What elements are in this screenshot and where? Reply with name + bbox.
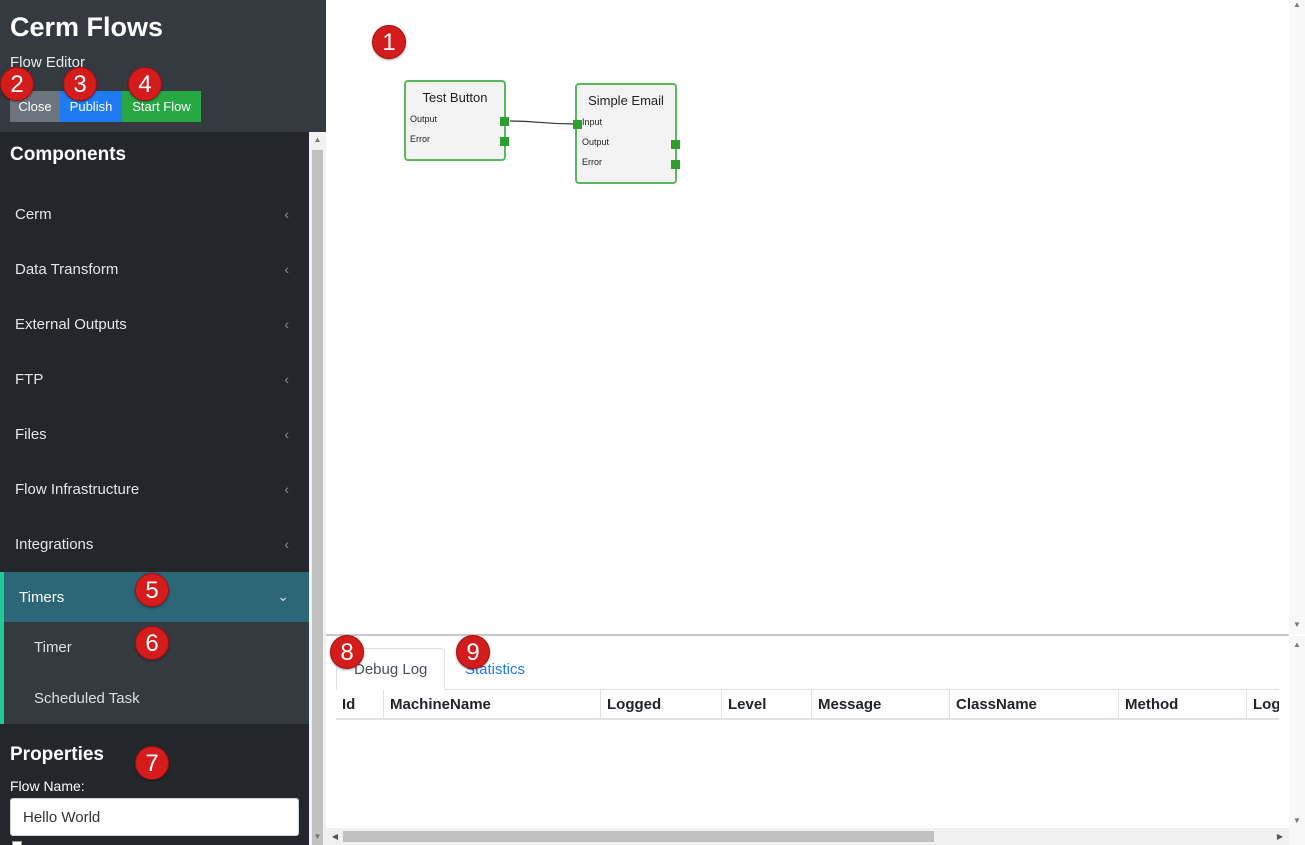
annotation-badge: 2 bbox=[0, 67, 34, 101]
scrollbar-thumb[interactable] bbox=[312, 150, 323, 845]
scroll-up-icon[interactable]: ▲ bbox=[309, 132, 326, 148]
node-title: Test Button bbox=[422, 90, 488, 105]
flow-name-input[interactable] bbox=[10, 798, 299, 836]
node-title: Simple Email bbox=[588, 93, 664, 108]
flow-name-label: Flow Name: bbox=[10, 778, 85, 794]
annotation-badge: 1 bbox=[372, 25, 406, 59]
scroll-down-icon[interactable]: ▼ bbox=[309, 829, 326, 845]
menu-item-external-outputs[interactable]: External Outputs ‹ bbox=[0, 297, 309, 352]
annotation-badge: 4 bbox=[128, 67, 162, 101]
scroll-up-icon[interactable]: ▲ bbox=[1289, 640, 1305, 649]
column-header[interactable]: Logged bbox=[601, 690, 722, 718]
menu-item-label: External Outputs bbox=[15, 316, 127, 333]
node-simple-email[interactable]: Simple Email Input Output Error bbox=[573, 83, 680, 184]
output-port[interactable] bbox=[671, 140, 680, 149]
output-port[interactable] bbox=[500, 117, 509, 126]
menu-item-label: Cerm bbox=[15, 206, 52, 223]
annotation-badge: 7 bbox=[135, 746, 169, 780]
chevron-left-icon: ‹ bbox=[284, 536, 289, 552]
sidebar-scrollbar[interactable]: ▲ ▼ bbox=[309, 132, 326, 845]
debug-log-table-header: Id MachineName Logged Level Message Clas… bbox=[336, 690, 1279, 720]
menu-item-label: Timers bbox=[19, 588, 65, 606]
bottom-panel-scrollbar[interactable]: ▲ ▼ bbox=[1289, 636, 1305, 845]
menu-item-ftp[interactable]: FTP ‹ bbox=[0, 352, 309, 407]
menu-item-label: Data Transform bbox=[15, 261, 119, 278]
annotation-badge: 5 bbox=[135, 573, 169, 607]
port-label: Output bbox=[410, 114, 438, 124]
scroll-down-icon[interactable]: ▼ bbox=[1289, 620, 1305, 634]
component-scheduled-task[interactable]: Scheduled Task bbox=[4, 673, 309, 724]
sidebar-header: Cerm Flows Flow Editor Close Publish Sta… bbox=[0, 0, 326, 132]
annotation-badge: 6 bbox=[135, 626, 169, 660]
node-test-button[interactable]: Test Button Output Error bbox=[404, 80, 509, 161]
components-title: Components bbox=[10, 144, 127, 165]
column-header[interactable]: Message bbox=[812, 690, 950, 718]
column-header[interactable]: Level bbox=[722, 690, 812, 718]
annotation-badge: 8 bbox=[330, 635, 364, 669]
annotation-badge: 9 bbox=[456, 635, 490, 669]
chevron-left-icon: ‹ bbox=[284, 371, 289, 387]
port-label: Input bbox=[582, 117, 603, 127]
chevron-left-icon: ‹ bbox=[284, 206, 289, 222]
scroll-down-icon[interactable]: ▼ bbox=[1289, 816, 1305, 825]
app-title: Cerm Flows bbox=[10, 12, 164, 42]
menu-item-files[interactable]: Files ‹ bbox=[0, 407, 309, 462]
input-port[interactable] bbox=[573, 120, 582, 129]
column-header[interactable]: Method bbox=[1119, 690, 1247, 718]
error-port[interactable] bbox=[500, 137, 509, 146]
menu-item-integrations[interactable]: Integrations ‹ bbox=[0, 517, 309, 572]
bottom-panel-hscrollbar[interactable]: ◀ ▶ bbox=[326, 828, 1289, 845]
chevron-left-icon: ‹ bbox=[284, 426, 289, 442]
menu-item-cerm[interactable]: Cerm ‹ bbox=[0, 187, 309, 242]
column-header[interactable]: MachineName bbox=[384, 690, 601, 718]
column-header[interactable]: LogT bbox=[1247, 690, 1279, 718]
properties-title: Properties bbox=[10, 744, 104, 765]
scroll-up-icon[interactable]: ▲ bbox=[1289, 0, 1305, 14]
menu-item-data-transform[interactable]: Data Transform ‹ bbox=[0, 242, 309, 297]
auto-start-checkbox[interactable] bbox=[12, 841, 22, 845]
error-port[interactable] bbox=[671, 160, 680, 169]
menu-item-label: Flow Infrastructure bbox=[15, 481, 140, 498]
menu-item-label: Integrations bbox=[15, 536, 94, 553]
menu-item-label: FTP bbox=[15, 371, 44, 388]
chevron-left-icon: ‹ bbox=[284, 316, 289, 332]
flow-canvas[interactable]: Test Button Output Error Simple Email In… bbox=[326, 0, 1289, 634]
canvas-scrollbar[interactable]: ▲ ▼ bbox=[1289, 0, 1305, 634]
menu-item-label: Files bbox=[15, 426, 47, 443]
connection-line[interactable] bbox=[509, 120, 576, 125]
scroll-right-icon[interactable]: ▶ bbox=[1273, 828, 1287, 845]
menu-item-flow-infrastructure[interactable]: Flow Infrastructure ‹ bbox=[0, 462, 309, 517]
port-label: Error bbox=[410, 134, 430, 144]
annotation-badge: 3 bbox=[63, 67, 97, 101]
chevron-left-icon: ‹ bbox=[284, 481, 289, 497]
scroll-left-icon[interactable]: ◀ bbox=[328, 828, 342, 845]
chevron-down-icon: ⌄ bbox=[277, 588, 289, 604]
port-label: Output bbox=[582, 137, 610, 147]
column-header[interactable]: ClassName bbox=[950, 690, 1119, 718]
column-header[interactable]: Id bbox=[336, 690, 384, 718]
scrollbar-thumb[interactable] bbox=[343, 831, 934, 842]
sidebar: Cerm Flows Flow Editor Close Publish Sta… bbox=[0, 0, 326, 845]
chevron-left-icon: ‹ bbox=[284, 261, 289, 277]
port-label: Error bbox=[582, 157, 602, 167]
